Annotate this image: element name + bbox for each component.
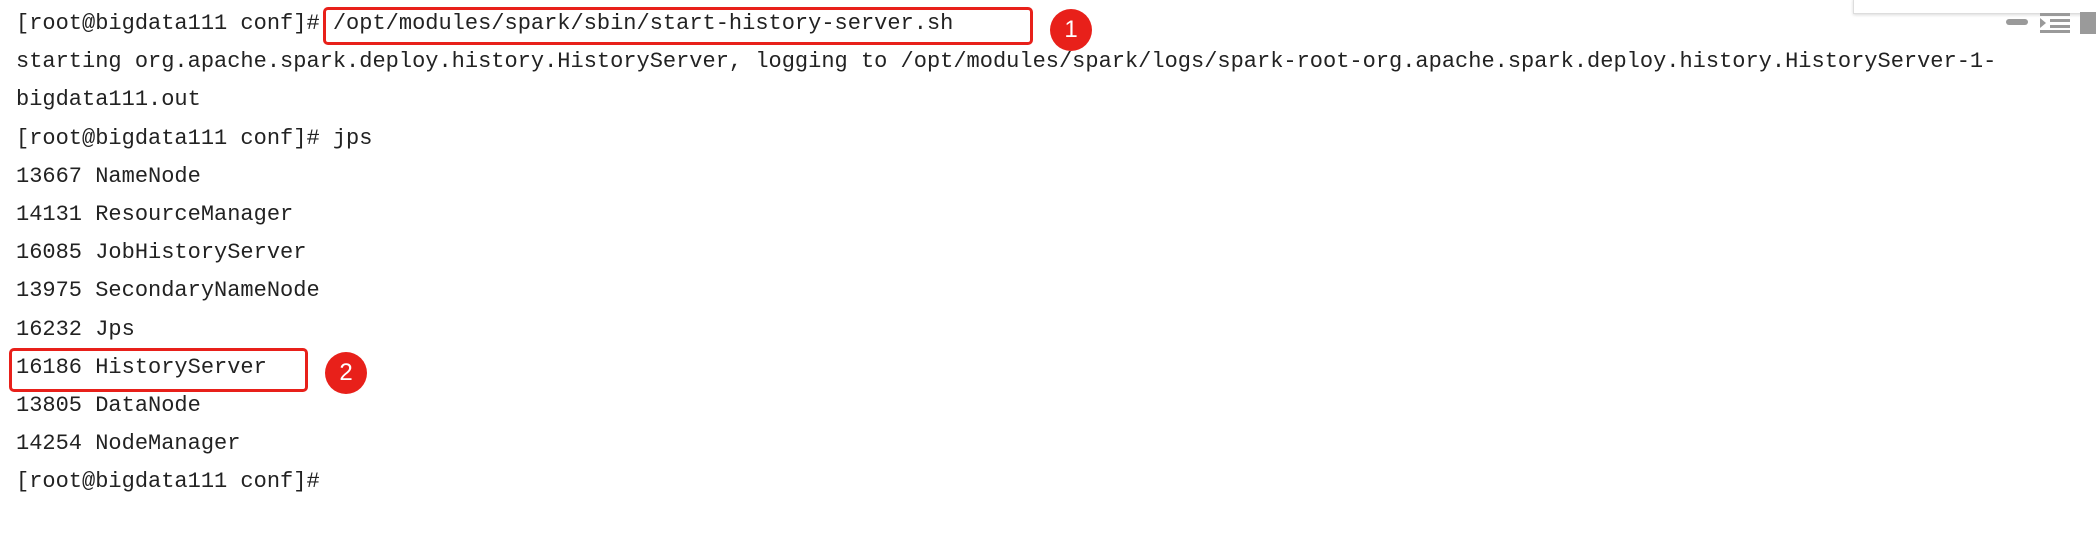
process-line: 16085 JobHistoryServer bbox=[16, 240, 307, 266]
minimize-icon[interactable] bbox=[2006, 19, 2028, 25]
terminal-output[interactable]: [root@bigdata111 conf]# /opt/modules/spa… bbox=[16, 5, 1996, 501]
process-line: 16186 HistoryServer bbox=[16, 354, 267, 380]
terminal-line: starting org.apache.spark.deploy.history… bbox=[16, 49, 1997, 75]
command: jps bbox=[332, 125, 373, 151]
process-line: 13667 NameNode bbox=[16, 163, 201, 189]
process-line: 14254 NodeManager bbox=[16, 431, 241, 457]
process-line: 13975 SecondaryNameNode bbox=[16, 278, 320, 304]
prompt: [root@bigdata111 conf]# bbox=[16, 469, 333, 495]
highlight-box-command bbox=[323, 7, 1033, 45]
highlight-box-historyserver bbox=[9, 348, 308, 392]
terminal-line: [root@bigdata111 conf]# bbox=[16, 463, 1996, 501]
annotation-badge-1: 1 bbox=[1050, 9, 1092, 51]
process-line: 14131 ResourceManager bbox=[16, 201, 294, 227]
prompt: [root@bigdata111 conf]# bbox=[16, 125, 333, 151]
annotation-badge-2: 2 bbox=[325, 352, 367, 394]
panel-icon[interactable] bbox=[2080, 12, 2096, 34]
terminal-line: bigdata111.out bbox=[16, 87, 201, 113]
process-line: 16232 Jps bbox=[16, 316, 135, 342]
prompt: [root@bigdata111 conf]# bbox=[16, 11, 333, 36]
list-indent-icon[interactable] bbox=[2040, 13, 2070, 33]
terminal-line: [root@bigdata111 conf]# jps bbox=[16, 120, 1996, 158]
process-line: 13805 DataNode bbox=[16, 392, 201, 418]
